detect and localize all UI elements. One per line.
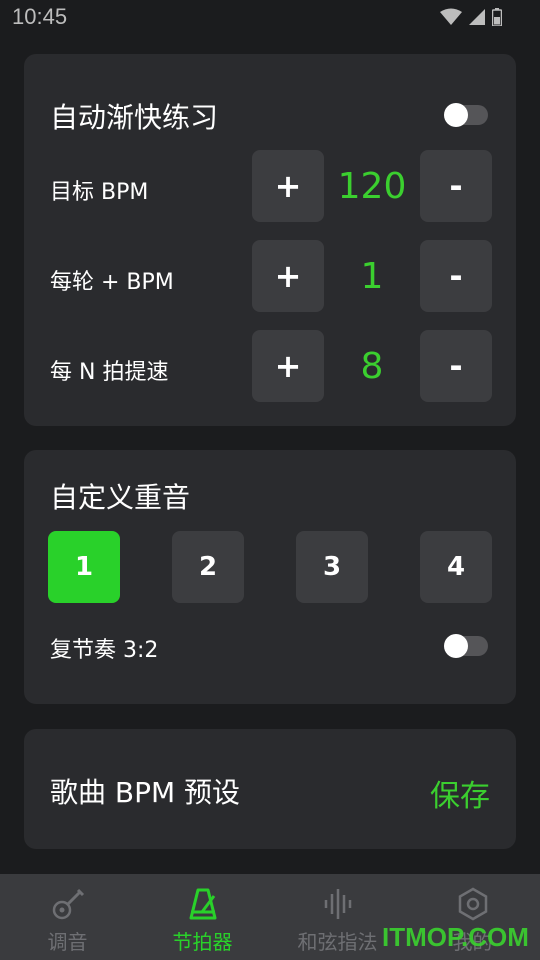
accent-beat-1-button[interactable]: 1 xyxy=(48,531,120,603)
round-increment-plus-button[interactable]: + xyxy=(252,240,324,312)
accent-beat-4-button[interactable]: 4 xyxy=(420,531,492,603)
watermark: ITMOP.COM xyxy=(382,922,529,952)
accent-beat-2-button[interactable]: 2 xyxy=(172,531,244,603)
round-increment-value: 1 xyxy=(360,256,384,297)
polyrhythm-toggle[interactable] xyxy=(444,634,488,658)
round-increment-label: 每轮 + BPM xyxy=(50,270,174,295)
auto-speedup-title: 自动渐快练习 xyxy=(50,101,219,134)
sound-wave-icon xyxy=(324,889,351,919)
every-n-beats-plus-button[interactable]: + xyxy=(252,330,324,402)
target-bpm-value: 120 xyxy=(337,166,407,207)
song-preset-title: 歌曲 BPM 预设 xyxy=(50,776,241,809)
wifi-icon xyxy=(440,8,462,25)
status-bar: 10:45 xyxy=(0,0,540,36)
save-button[interactable]: 保存 xyxy=(430,771,490,815)
custom-accent-card: 自定义重音 1 2 3 4 复节奏 3:2 xyxy=(24,450,516,704)
every-n-beats-label: 每 N 拍提速 xyxy=(50,360,169,385)
metronome-icon xyxy=(189,888,216,920)
hexagon-icon xyxy=(458,887,487,921)
toggle-knob xyxy=(444,634,468,658)
target-bpm-plus-button[interactable]: + xyxy=(252,150,324,222)
song-preset-card[interactable]: 歌曲 BPM 预设 保存 xyxy=(24,729,516,849)
tab-metronome[interactable]: 节拍器 xyxy=(135,874,270,960)
toggle-knob xyxy=(444,103,468,127)
auto-speedup-toggle[interactable] xyxy=(444,103,488,127)
status-icons xyxy=(440,8,502,26)
every-n-beats-minus-button[interactable]: - xyxy=(420,330,492,402)
tab-metronome-label: 节拍器 xyxy=(172,930,233,954)
polyrhythm-label: 复节奏 3:2 xyxy=(50,638,159,663)
every-n-beats-value: 8 xyxy=(360,346,384,387)
accent-beat-3-button[interactable]: 3 xyxy=(296,531,368,603)
target-bpm-label: 目标 BPM xyxy=(50,180,149,205)
target-bpm-minus-button[interactable]: - xyxy=(420,150,492,222)
tab-tuner[interactable]: 调音 xyxy=(0,874,135,960)
status-time: 10:45 xyxy=(12,4,68,29)
cellular-signal-icon xyxy=(469,9,485,25)
custom-accent-title: 自定义重音 xyxy=(50,481,191,514)
tab-tuner-label: 调音 xyxy=(47,930,88,954)
guitar-icon xyxy=(52,888,84,920)
auto-speedup-card: 自动渐快练习 目标 BPM + 120 - 每轮 + BPM + 1 - 每 N… xyxy=(24,54,516,426)
battery-icon xyxy=(492,8,502,26)
round-increment-minus-button[interactable]: - xyxy=(420,240,492,312)
